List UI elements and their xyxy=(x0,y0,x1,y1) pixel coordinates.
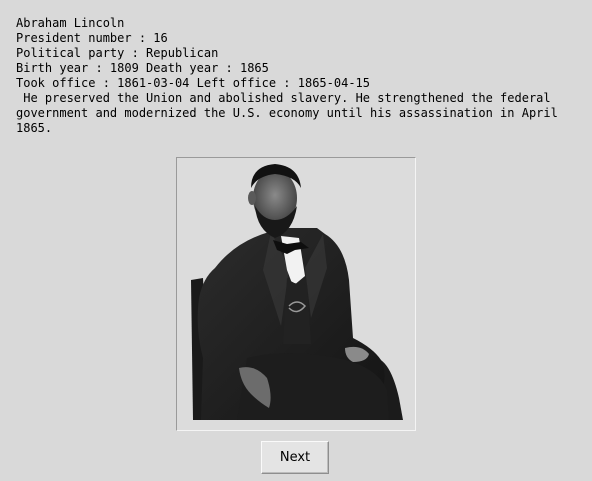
political-party: Political party : Republican xyxy=(16,46,219,60)
next-button[interactable]: Next xyxy=(261,441,329,474)
portrait-image xyxy=(191,164,403,420)
president-number: President number : 16 xyxy=(16,31,168,45)
president-info-panel: Abraham Lincoln President number : 16 Po… xyxy=(16,16,576,136)
birth-death-years: Birth year : 1809 Death year : 1865 xyxy=(16,61,269,75)
president-name: Abraham Lincoln xyxy=(16,16,125,30)
portrait-frame xyxy=(176,157,416,431)
office-dates: Took office : 1861-03-04 Left office : 1… xyxy=(16,76,371,90)
president-description: He preserved the Union and abolished sla… xyxy=(16,91,566,135)
